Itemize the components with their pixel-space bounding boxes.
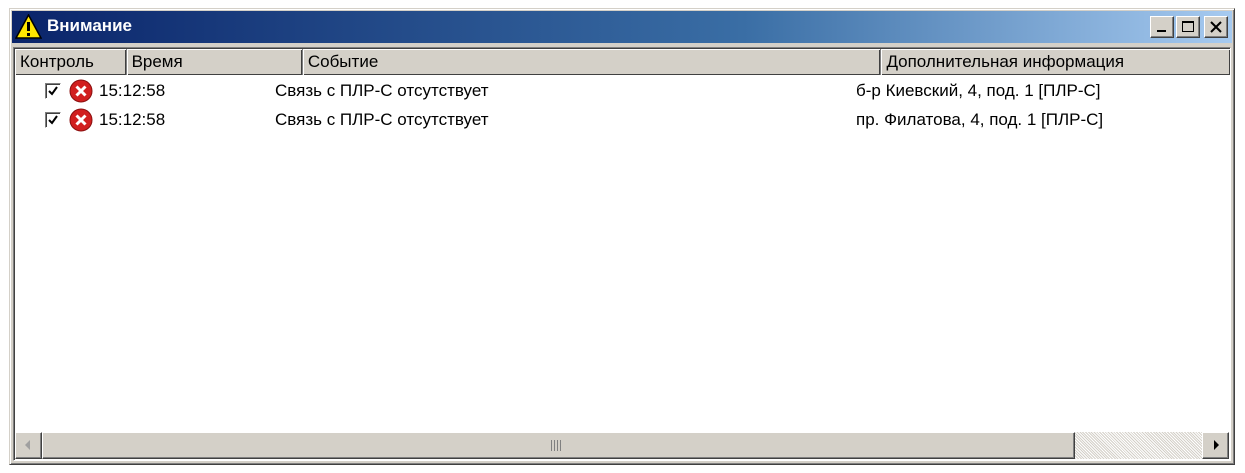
control-checkbox[interactable] [45,111,61,128]
row-info: б-р Киевский, 4, под. 1 [ПЛР-С] [856,80,1101,100]
list-rows: 15:12:58 Связь с ПЛР-С отсутствует б-р К… [15,76,1230,134]
title-bar[interactable]: Внимание [12,11,1232,43]
close-button[interactable] [1204,16,1228,38]
list-header: Контроль Время Событие Дополнительная ин… [15,49,1230,75]
alert-window: Внимание Контроль Время Событие Дополнит… [9,8,1235,465]
row-time: 15:12:58 [99,109,166,129]
events-list[interactable]: Контроль Время Событие Дополнительная ин… [13,47,1231,461]
scroll-right-button[interactable] [1202,432,1229,459]
table-row[interactable]: 15:12:58 Связь с ПЛР-С отсутствует б-р К… [15,76,1230,105]
row-event: Связь с ПЛР-С отсутствует [275,109,489,129]
arrow-left-icon [25,440,30,450]
close-icon [1210,21,1222,33]
column-header-time[interactable]: Время [127,49,303,75]
grip-icon [551,440,561,451]
scroll-left-button[interactable] [15,432,42,459]
row-time: 15:12:58 [99,80,166,100]
maximize-button[interactable] [1176,16,1200,38]
column-header-control[interactable]: Контроль [15,49,127,75]
scroll-track[interactable] [1075,432,1202,459]
row-event: Связь с ПЛР-С отсутствует [275,80,489,100]
error-icon [69,79,93,102]
scroll-thumb[interactable] [42,432,1075,459]
control-checkbox[interactable] [45,82,61,99]
maximize-icon [1182,21,1194,32]
window-controls [1150,16,1228,38]
column-header-info[interactable]: Дополнительная информация [881,49,1230,75]
horizontal-scrollbar[interactable] [15,432,1229,459]
table-row[interactable]: 15:12:58 Связь с ПЛР-С отсутствует пр. Ф… [15,105,1230,134]
column-header-event[interactable]: Событие [303,49,882,75]
minimize-button[interactable] [1150,16,1174,38]
window-title: Внимание [47,16,132,35]
checkmark-icon [48,114,58,125]
checkmark-icon [48,85,58,96]
minimize-icon [1157,30,1166,32]
row-info: пр. Филатова, 4, под. 1 [ПЛР-С] [856,109,1104,129]
arrow-right-icon [1214,440,1219,450]
warning-icon [15,14,42,39]
error-icon [69,108,93,131]
